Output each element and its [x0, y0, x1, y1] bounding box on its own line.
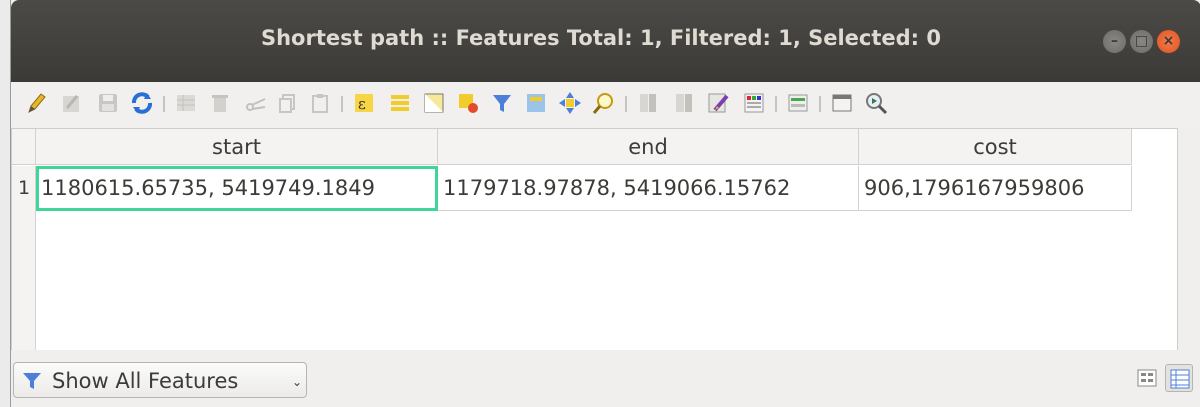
maximize-icon: □	[1134, 33, 1149, 49]
reload-icon[interactable]	[129, 90, 155, 116]
toolbar-separator	[819, 96, 821, 112]
row-header-column: 1	[12, 166, 36, 351]
paste-icon[interactable]	[307, 90, 333, 116]
delete-field-icon[interactable]	[671, 90, 697, 116]
multi-edit-icon[interactable]	[59, 90, 85, 116]
column-header-start[interactable]: start	[36, 129, 438, 165]
move-selection-to-top-icon[interactable]	[523, 90, 549, 116]
corner-header[interactable]	[12, 129, 36, 165]
toolbar-separator	[625, 96, 627, 112]
toolbar-separator	[163, 96, 165, 112]
svg-text:ε: ε	[358, 95, 366, 113]
minimize-icon: –	[1111, 33, 1118, 49]
actions-icon[interactable]	[785, 90, 811, 116]
close-icon: ×	[1162, 33, 1175, 49]
filter-label: Show All Features	[52, 369, 239, 393]
filter-icon	[23, 373, 41, 389]
attribute-table: start end cost 1 1180615.65735, 5419749.…	[11, 128, 1178, 352]
form-view-button[interactable]	[1133, 364, 1161, 392]
table-view-button[interactable]	[1165, 364, 1193, 392]
conditional-formatting-icon[interactable]	[741, 90, 767, 116]
open-field-calculator-icon[interactable]	[863, 90, 889, 116]
toolbar-separator	[775, 96, 777, 112]
new-field-icon[interactable]	[635, 90, 661, 116]
invert-selection-icon[interactable]	[421, 90, 447, 116]
attribute-table-window: Shortest path :: Features Total: 1, Filt…	[10, 0, 1200, 407]
select-by-expression-icon[interactable]: ε	[351, 90, 377, 116]
delete-feature-icon[interactable]	[207, 90, 233, 116]
maximize-button[interactable]: □	[1130, 30, 1153, 53]
column-header-cost[interactable]: cost	[859, 129, 1132, 165]
table-view-icon	[1170, 369, 1190, 389]
column-header-end[interactable]: end	[438, 129, 859, 165]
select-all-icon[interactable]	[387, 90, 413, 116]
table-cell-cost[interactable]: 906,1796167959806	[859, 166, 1132, 211]
close-button[interactable]: ×	[1157, 30, 1180, 53]
show-all-features-button[interactable]: Show All Features ⌄	[13, 362, 307, 398]
copy-icon[interactable]	[275, 90, 301, 116]
cut-icon[interactable]	[243, 90, 269, 116]
minimize-button[interactable]: –	[1103, 30, 1126, 53]
save-edits-icon[interactable]	[95, 90, 121, 116]
pan-to-selection-icon[interactable]	[557, 90, 583, 116]
table-cell-end[interactable]: 1179718.97878, 5419066.15762	[438, 166, 859, 211]
filter-selection-icon[interactable]	[489, 90, 515, 116]
bottom-bar: Show All Features ⌄	[11, 350, 1200, 407]
dropdown-arrow-icon: ⌄	[292, 375, 303, 389]
toggle-editing-icon[interactable]	[23, 90, 49, 116]
deselect-all-icon[interactable]	[455, 90, 481, 116]
add-feature-icon[interactable]	[173, 90, 199, 116]
dock-window-icon[interactable]	[829, 90, 855, 116]
field-calculator-icon[interactable]	[705, 90, 731, 116]
toolbar: ε	[11, 82, 1200, 126]
form-view-icon	[1137, 369, 1157, 387]
toolbar-separator	[341, 96, 343, 112]
title-bar[interactable]: Shortest path :: Features Total: 1, Filt…	[11, 0, 1200, 82]
window-title: Shortest path :: Features Total: 1, Filt…	[260, 26, 942, 50]
row-number[interactable]: 1	[12, 166, 36, 211]
table-cell-start[interactable]: 1180615.65735, 5419749.1849	[36, 166, 438, 211]
zoom-to-selection-icon[interactable]	[591, 90, 617, 116]
